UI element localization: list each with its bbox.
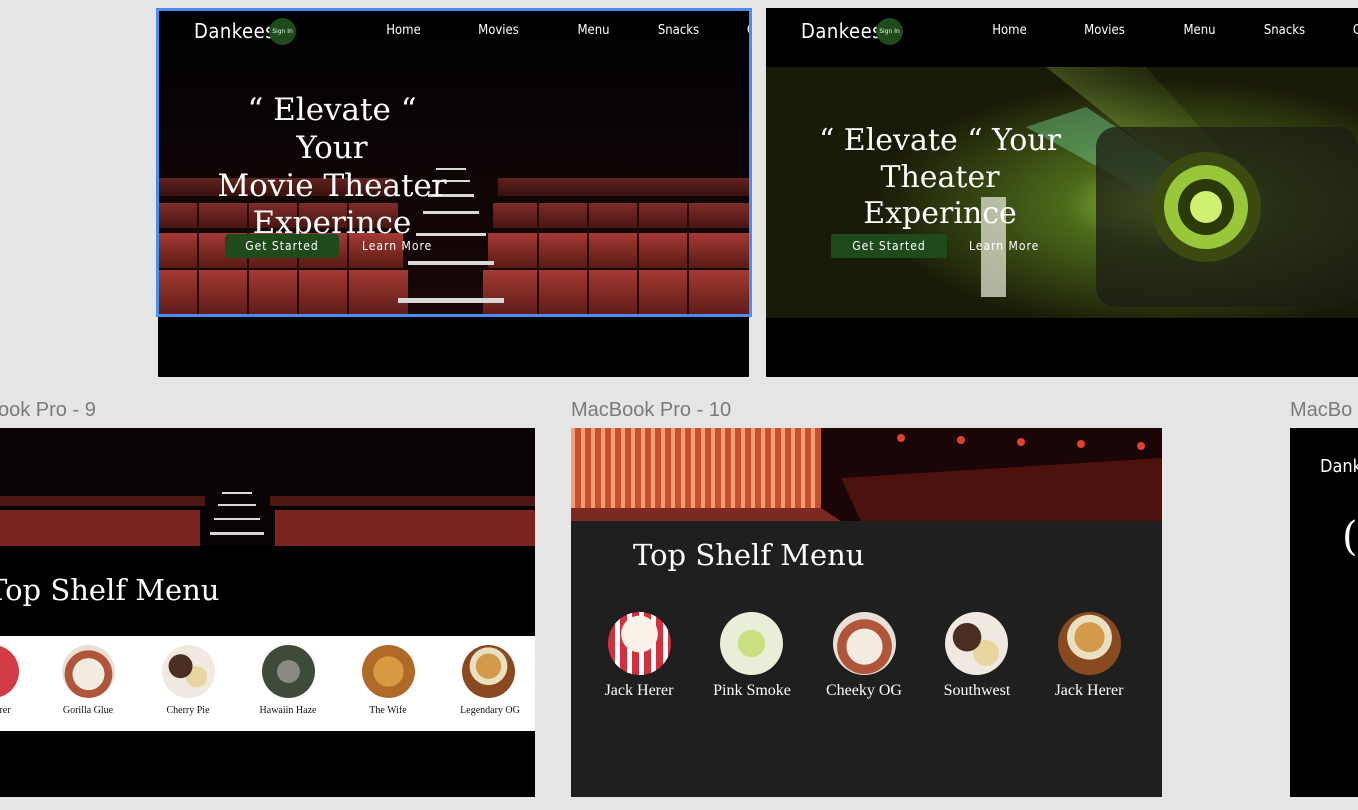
menu-item-name: Cheeky OG — [826, 682, 902, 699]
nav-menu-link[interactable]: Menu — [1172, 23, 1227, 38]
nav-home-link[interactable]: Home — [982, 23, 1037, 38]
menu-item-name: Jack Herer — [1054, 682, 1124, 699]
frame-menu-9[interactable]: Top Shelf Menu rer Gorilla Glue Cherry P… — [0, 428, 535, 797]
nav-movies-link[interactable]: Movies — [1057, 23, 1152, 38]
hero-heading: “ Elevate “ Your Movie Theater Experince — [217, 92, 447, 242]
menu-item-name: The Wife — [369, 705, 407, 716]
menu-item-name: Pink Smoke — [713, 682, 791, 699]
menu-item-image[interactable] — [833, 612, 896, 675]
frame-label-10[interactable]: MacBook Pro - 10 — [571, 399, 731, 422]
menu-title: Top Shelf Menu — [0, 573, 220, 607]
hero-heading-partial: ( — [1342, 514, 1358, 560]
theater-curtain-banner — [571, 428, 1162, 521]
nav-snacks-link[interactable]: Snacks — [1247, 23, 1322, 38]
brand-logo[interactable]: Dankees — [194, 19, 275, 43]
get-started-button[interactable]: Get Started — [831, 234, 947, 258]
menu-item-name: Hawaiin Haze — [259, 705, 317, 716]
learn-more-link[interactable]: Learn More — [969, 239, 1039, 253]
theater-seats-banner — [0, 428, 535, 546]
brand-logo[interactable]: Dankees — [801, 19, 882, 43]
menu-item-name: Jack Herer — [604, 682, 674, 699]
nav-snacks-link[interactable]: Snacks — [641, 23, 716, 38]
frame-hero-2[interactable]: Dankees Sign In Home Movies Menu Snacks … — [766, 8, 1358, 377]
nav-movies-link[interactable]: Movies — [451, 23, 546, 38]
menu-strip: rer Gorilla Glue Cherry Pie Hawaiin Haze… — [0, 636, 535, 731]
get-started-button[interactable]: Get Started — [225, 234, 339, 258]
sign-in-button[interactable]: Sign In — [269, 18, 296, 45]
menu-item-image[interactable] — [62, 645, 115, 698]
nav-order-link[interactable]: Order — [736, 23, 749, 38]
nav-menu-link[interactable]: Menu — [566, 23, 621, 38]
menu-item-image[interactable] — [1058, 612, 1121, 675]
menu-item-image[interactable] — [362, 645, 415, 698]
frame-11[interactable]: Dank ( — [1290, 428, 1358, 797]
menu-item-image[interactable] — [262, 645, 315, 698]
menu-item-image[interactable] — [720, 612, 783, 675]
sign-in-button[interactable]: Sign In — [876, 18, 903, 45]
hero-heading: “ Elevate “ Your Theater Experince — [818, 123, 1062, 232]
top-nav: Dankees Sign In Home Movies Menu Snacks … — [766, 8, 1358, 52]
frame-label-9[interactable]: ook Pro - 9 — [0, 399, 96, 422]
learn-more-link[interactable]: Learn More — [362, 239, 432, 253]
menu-item-image[interactable] — [945, 612, 1008, 675]
nav-home-link[interactable]: Home — [376, 23, 431, 38]
frame-label-11[interactable]: MacBo — [1290, 399, 1352, 422]
frame-hero-1[interactable]: Dankees Sign In Home Movies Menu Snacks … — [158, 8, 749, 377]
menu-item-name: Southwest — [943, 682, 1011, 699]
menu-item-name: Gorilla Glue — [62, 705, 114, 716]
menu-item-image[interactable] — [0, 645, 19, 698]
menu-item-name: rer — [0, 705, 11, 716]
menu-item-name: Cherry Pie — [166, 705, 210, 716]
menu-title: Top Shelf Menu — [633, 538, 865, 572]
brand-logo[interactable]: Dank — [1320, 456, 1358, 477]
menu-item-image[interactable] — [162, 645, 215, 698]
frame-menu-10[interactable]: Top Shelf Menu Jack Herer Pink Smoke Che… — [571, 428, 1162, 797]
nav-order-link[interactable]: Order — [1342, 23, 1358, 38]
top-nav: Dankees Sign In Home Movies Menu Snacks … — [158, 8, 749, 52]
menu-item-image[interactable] — [462, 645, 515, 698]
menu-item-name: Legendary OG — [460, 705, 520, 716]
menu-item-image[interactable] — [608, 612, 671, 675]
